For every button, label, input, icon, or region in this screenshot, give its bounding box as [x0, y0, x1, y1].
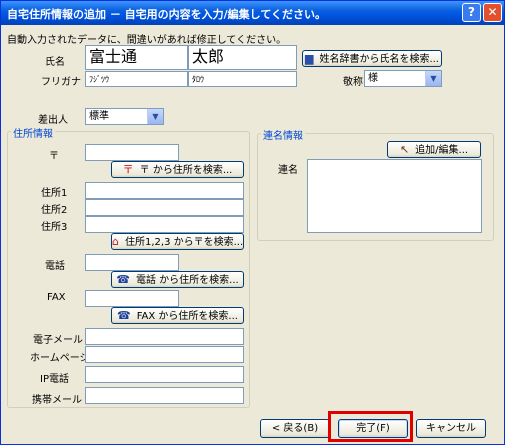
name-label: 氏名: [45, 57, 65, 68]
address3-label: 住所3: [41, 222, 68, 233]
honorific-label: 敬称: [343, 77, 363, 88]
back-button[interactable]: < 戻る(B): [260, 419, 330, 438]
title-bar: 自宅住所情報の追加 － 自宅用の内容を入力/編集してください。 ? ✕: [1, 1, 504, 25]
sender-label: 差出人: [38, 115, 68, 126]
postal-mark-icon: 〒: [122, 163, 134, 176]
joint-add-edit-button-label: 追加/編集...: [415, 145, 469, 156]
email-field[interactable]: [85, 328, 244, 345]
homepage-field[interactable]: [85, 346, 244, 363]
book-icon: ▆: [304, 52, 314, 65]
address2-field[interactable]: [85, 199, 244, 216]
postal-code-field[interactable]: [85, 144, 179, 161]
joint-names-group-title: 連名情報: [261, 127, 305, 142]
first-name-field[interactable]: 太郎: [188, 45, 297, 70]
window-title: 自宅住所情報の追加 － 自宅用の内容を入力/編集してください。: [7, 8, 327, 21]
address3-field[interactable]: [85, 216, 244, 233]
chevron-down-icon: ▼: [425, 71, 441, 86]
cancel-button[interactable]: キャンセル: [416, 419, 486, 438]
address1-field[interactable]: [85, 182, 244, 199]
house-icon: ⌂: [112, 235, 119, 248]
dialog-window: 自宅住所情報の追加 － 自宅用の内容を入力/編集してください。 ? ✕ 自動入力…: [0, 0, 505, 445]
last-furigana-field[interactable]: ﾌｼﾞﾂｳ: [85, 71, 188, 87]
close-button[interactable]: ✕: [483, 3, 502, 22]
help-button[interactable]: ?: [462, 3, 481, 22]
ip-phone-label: IP電話: [40, 374, 69, 385]
address-search-button[interactable]: ⌂ 住所1,2,3 から〒を検索...: [111, 233, 244, 250]
chevron-down-icon: ▼: [147, 109, 163, 124]
address-group-title: 住所情報: [11, 125, 55, 140]
homepage-label: ホームページ: [30, 353, 90, 364]
postal-search-button-label: 〒 から住所を検索...: [139, 165, 233, 176]
joint-names-list[interactable]: [307, 159, 482, 233]
furigana-label: フリガナ: [41, 77, 81, 88]
honorific-select[interactable]: 様 ▼: [364, 70, 442, 87]
fax-icon: ☎: [117, 309, 131, 322]
highlight-box: [328, 411, 413, 442]
address-search-button-label: 住所1,2,3 から〒を検索...: [124, 237, 244, 248]
honorific-value: 様: [368, 73, 378, 84]
phone-label: 電話: [45, 261, 65, 272]
fax-search-button-label: FAX から住所を検索...: [136, 311, 238, 322]
joint-names-label: 連名: [278, 165, 298, 176]
address2-label: 住所2: [41, 205, 68, 216]
fax-field[interactable]: [85, 290, 179, 307]
mobile-email-field[interactable]: [85, 387, 244, 404]
fax-label: FAX: [47, 292, 66, 303]
mobile-email-label: 携帯メール: [32, 395, 82, 406]
phone-field[interactable]: [85, 254, 179, 271]
name-dictionary-button[interactable]: ▆ 姓名辞書から氏名を検索...: [302, 50, 442, 67]
phone-search-button-label: 電話 から住所を検索...: [135, 275, 239, 286]
pencil-icon: ↖: [399, 143, 410, 156]
instruction-text: 自動入力されたデータに、間違いがあれば修正してください。: [7, 35, 287, 46]
joint-add-edit-button[interactable]: ↖ 追加/編集...: [387, 141, 481, 158]
sender-value: 標準: [89, 111, 109, 122]
name-dictionary-button-label: 姓名辞書から氏名を検索...: [319, 54, 439, 65]
fax-search-button[interactable]: ☎ FAX から住所を検索...: [111, 307, 244, 324]
address1-label: 住所1: [41, 188, 68, 199]
phone-search-button[interactable]: ☎ 電話 から住所を検索...: [111, 271, 244, 288]
postal-search-button[interactable]: 〒〒 から住所を検索...: [111, 161, 244, 178]
last-name-field[interactable]: 富士通: [85, 45, 188, 70]
postal-label: 〒: [49, 151, 59, 162]
sender-select[interactable]: 標準 ▼: [85, 108, 164, 125]
phone-icon: ☎: [116, 273, 130, 286]
ip-phone-field[interactable]: [85, 366, 244, 383]
first-furigana-field[interactable]: ﾀﾛｳ: [188, 71, 297, 87]
email-label: 電子メール: [33, 335, 83, 346]
